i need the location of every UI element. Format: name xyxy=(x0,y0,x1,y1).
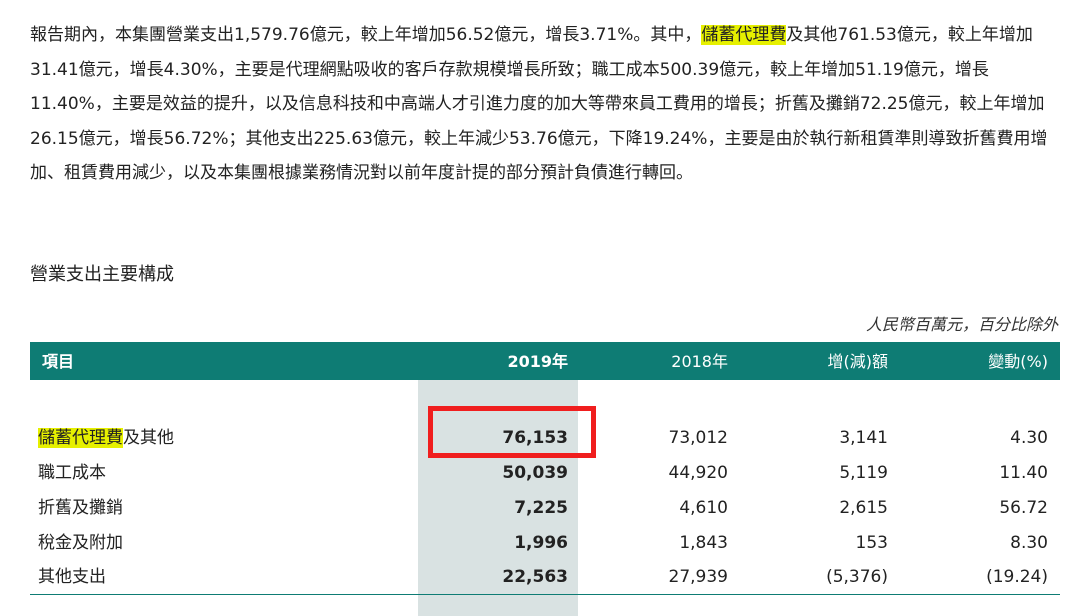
row-change-value: (5,376) xyxy=(826,567,888,587)
row-pct-value: 4.30 xyxy=(1010,428,1048,448)
paragraph-text-start: 報告期內，本集團營業支出1,579.76億元，較上年增加56.52億元，增長3.… xyxy=(30,25,702,45)
row-item: 折舊及攤銷 xyxy=(38,498,123,518)
row-2018-value: 44,920 xyxy=(668,463,728,483)
header-change: 增(減)額 xyxy=(827,352,889,371)
row-2019-value: 7,225 xyxy=(514,498,568,518)
row-2018-value: 73,012 xyxy=(668,428,728,448)
row-item: 儲蓄代理費及其他 xyxy=(38,421,174,455)
row-change-value: 5,119 xyxy=(839,463,888,483)
table-row: 稅金及附加 1,996 1,843 153 8.30 xyxy=(30,526,1060,560)
header-pct: 變動(%) xyxy=(988,352,1048,371)
row-item-text: 及其他 xyxy=(123,428,174,448)
row-pct-value: 8.30 xyxy=(1010,533,1048,553)
row-pct-value: (19.24) xyxy=(986,567,1048,587)
table-row: 職工成本 50,039 44,920 5,119 11.40 xyxy=(30,456,1060,490)
table-row: 折舊及攤銷 7,225 4,610 2,615 56.72 xyxy=(30,491,1060,525)
row-item-highlight: 儲蓄代理費 xyxy=(38,428,123,448)
annotation-highlight-box xyxy=(428,406,596,458)
header-item: 項目 xyxy=(42,352,75,371)
row-pct-value: 56.72 xyxy=(999,498,1048,518)
body-paragraph: 報告期內，本集團營業支出1,579.76億元，較上年增加56.52億元，增長3.… xyxy=(30,18,1062,191)
row-change-value: 153 xyxy=(855,533,888,553)
row-change-value: 3,141 xyxy=(839,428,888,448)
row-item: 職工成本 xyxy=(38,463,106,483)
table-header: 項目 2019年 2018年 增(減)額 變動(%) xyxy=(30,342,1060,380)
row-item: 稅金及附加 xyxy=(38,533,123,553)
table-bottom-rule xyxy=(30,594,1060,595)
row-2019-value: 1,996 xyxy=(514,533,568,553)
row-pct-value: 11.40 xyxy=(999,463,1048,483)
highlighted-term: 儲蓄代理費 xyxy=(701,25,787,45)
table-row: 其他支出 22,563 27,939 (5,376) (19.24) xyxy=(30,560,1060,594)
section-title: 營業支出主要構成 xyxy=(30,264,174,285)
row-2018-value: 4,610 xyxy=(679,498,728,518)
header-2019: 2019年 xyxy=(507,352,568,371)
row-change-value: 2,615 xyxy=(839,498,888,518)
header-2018: 2018年 xyxy=(671,352,728,371)
row-2019-value: 22,563 xyxy=(502,567,568,587)
paragraph-text-rest: 及其他761.53億元，較上年增加31.41億元，增長4.30%，主要是代理網點… xyxy=(30,25,1048,183)
row-item: 其他支出 xyxy=(38,567,106,587)
expense-table: 項目 2019年 2018年 增(減)額 變動(%) 儲蓄代理費及其他 76,1… xyxy=(30,342,1060,616)
row-2018-value: 1,843 xyxy=(679,533,728,553)
unit-note: 人民幣百萬元，百分比除外 xyxy=(865,315,1058,334)
row-2019-value: 50,039 xyxy=(502,463,568,483)
row-2018-value: 27,939 xyxy=(668,567,728,587)
